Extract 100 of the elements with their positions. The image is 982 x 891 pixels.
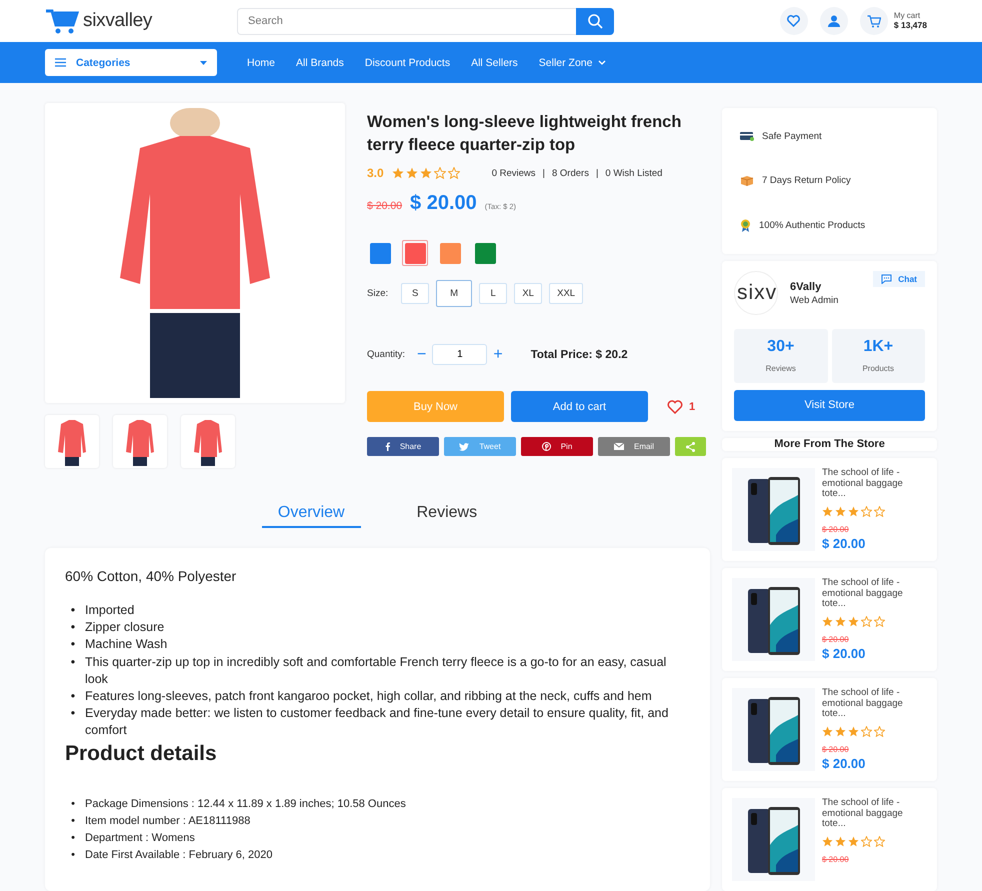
nav-link[interactable]: Seller Zone: [538, 56, 606, 68]
heart-icon: [667, 400, 683, 414]
feature-label: 7 Days Return Policy: [762, 175, 851, 186]
search-icon: [587, 13, 603, 29]
share-icon: [686, 442, 695, 452]
stat-value: 1K+: [863, 338, 894, 356]
star-filled-icon: [848, 726, 859, 736]
product-title: Women's long-sleeve lightweight french terry fleece quarter-zip top: [367, 112, 682, 156]
feature-label: Safe Payment: [762, 130, 822, 142]
stat-value: 30+: [767, 338, 794, 356]
categories-dropdown[interactable]: Categories: [45, 49, 217, 76]
star-empty-icon: [874, 726, 885, 736]
visit-store-button[interactable]: Visit Store: [734, 390, 925, 420]
product-card[interactable]: The school of life - emotional baggage tote... $ 20.00 $ 20.00: [722, 568, 937, 671]
package-icon: [740, 175, 754, 186]
rating-value: 3.0: [367, 166, 384, 180]
share-button[interactable]: Pin: [521, 437, 593, 456]
product-thumbnail[interactable]: [45, 415, 99, 468]
nav-link[interactable]: Home: [247, 56, 276, 68]
product-card[interactable]: The school of life - emotional baggage tote... $ 20.00 $ 20.00: [722, 678, 937, 781]
price: $ 20.00: [822, 539, 866, 550]
color-swatch[interactable]: [367, 240, 393, 266]
product-thumbnail[interactable]: [181, 415, 235, 468]
detail-item: Department : Womens: [85, 831, 195, 846]
color-swatch[interactable]: [437, 240, 463, 266]
color-swatch[interactable]: [472, 240, 498, 266]
star-filled-icon: [822, 506, 833, 516]
tab[interactable]: Overview: [262, 504, 361, 528]
wishlist-button[interactable]: 1: [661, 398, 702, 414]
star-filled-icon: [835, 836, 846, 846]
card-icon: [740, 131, 754, 142]
size-option[interactable]: XXL: [549, 283, 584, 304]
details-heading: Product details: [65, 742, 218, 766]
star-empty-icon: [861, 726, 872, 736]
nav-link[interactable]: Discount Products: [364, 56, 450, 68]
phone-drawing: [746, 804, 802, 874]
product-card[interactable]: The school of life - emotional baggage tote... $ 20.00 $ 20.00: [722, 458, 937, 561]
size-option[interactable]: M: [436, 280, 472, 307]
detail-item: Date First Available : February 6, 2020: [85, 848, 273, 864]
star-filled-icon: [406, 167, 418, 179]
star-empty-icon: [448, 167, 460, 179]
star-filled-icon: [822, 836, 833, 846]
bullet: •: [70, 654, 76, 671]
separator: |: [596, 168, 598, 178]
star-empty-icon: [861, 506, 872, 516]
nav-link[interactable]: All Sellers: [471, 56, 518, 68]
description-bullet: Everyday made better: we listen to customer feedback and fine-tune every detail to ensure quality, fit, and comfort: [85, 705, 670, 740]
price: $ 20.00: [822, 649, 866, 660]
quantity-label: Quantity:: [367, 349, 406, 360]
share-button[interactable]: Share: [367, 437, 439, 456]
nav-link[interactable]: All Brands: [296, 56, 344, 68]
product-stat: 8 Orders: [552, 168, 589, 178]
description-bullet: Imported: [85, 602, 134, 619]
star-empty-icon: [861, 616, 872, 626]
wishlist-button[interactable]: [780, 7, 808, 35]
product-thumbnail[interactable]: [113, 415, 167, 468]
logo-text: sixvalley: [83, 10, 152, 32]
search-button[interactable]: [576, 8, 614, 34]
store-name: 6Vally: [790, 280, 822, 294]
size-option[interactable]: S: [401, 283, 430, 304]
color-swatch[interactable]: [402, 240, 428, 266]
product-name: The school of life - emotional baggage tote...: [822, 468, 904, 500]
description-bullet: Features long-sleeves, patch front kangaroo pocket, high collar, and ribbing at the neck, cuffs and hem: [85, 688, 652, 706]
size-option[interactable]: L: [479, 283, 508, 304]
star-filled-icon: [822, 616, 833, 626]
bullet: •: [70, 848, 76, 864]
quantity-field[interactable]: 1: [432, 344, 488, 365]
size-label: Size:: [367, 288, 388, 299]
share-button[interactable]: Tweet: [444, 437, 516, 456]
tab[interactable]: Reviews: [400, 504, 494, 528]
bullet: •: [70, 796, 76, 812]
chat-icon: [881, 274, 892, 284]
bullet: •: [70, 619, 76, 636]
product-stat: 0 Reviews: [492, 168, 536, 178]
feature-label: 100% Authentic Products: [759, 220, 866, 231]
sweater-drawing: [125, 418, 155, 466]
search-field[interactable]: Search: [237, 8, 576, 34]
bird-icon: [459, 442, 470, 450]
cart-button[interactable]: [860, 7, 888, 35]
account-button[interactable]: [820, 7, 848, 35]
size-option[interactable]: XL: [514, 283, 542, 304]
section-title: More From The Store: [774, 438, 885, 450]
detail-item: Package Dimensions : 12.44 x 11.89 x 1.89 inches; 10.58 Ounces: [85, 796, 406, 812]
star-empty-icon: [874, 506, 885, 516]
star-empty-icon: [861, 836, 872, 846]
facebook-icon: [384, 442, 390, 451]
chat-button[interactable]: Chat: [873, 270, 925, 286]
decrease-button[interactable]: −: [411, 346, 432, 364]
description-bullet: Machine Wash: [85, 636, 168, 654]
store-logo: sixv: [734, 270, 778, 314]
old-price: $ 20.00: [367, 200, 402, 212]
star-filled-icon: [835, 726, 846, 736]
description-heading: 60% Cotton, 40% Polyester: [65, 568, 238, 584]
cart-label: My cart: [894, 12, 922, 21]
old-price: $ 20.00: [822, 854, 850, 865]
add-to-cart-button[interactable]: Add to cart: [511, 391, 648, 422]
share-button[interactable]: Email: [598, 437, 670, 456]
stat-label: Products: [862, 364, 894, 373]
product-card[interactable]: The school of life - emotional baggage tote... $ 20.00: [722, 788, 937, 891]
increase-button[interactable]: +: [487, 346, 509, 364]
